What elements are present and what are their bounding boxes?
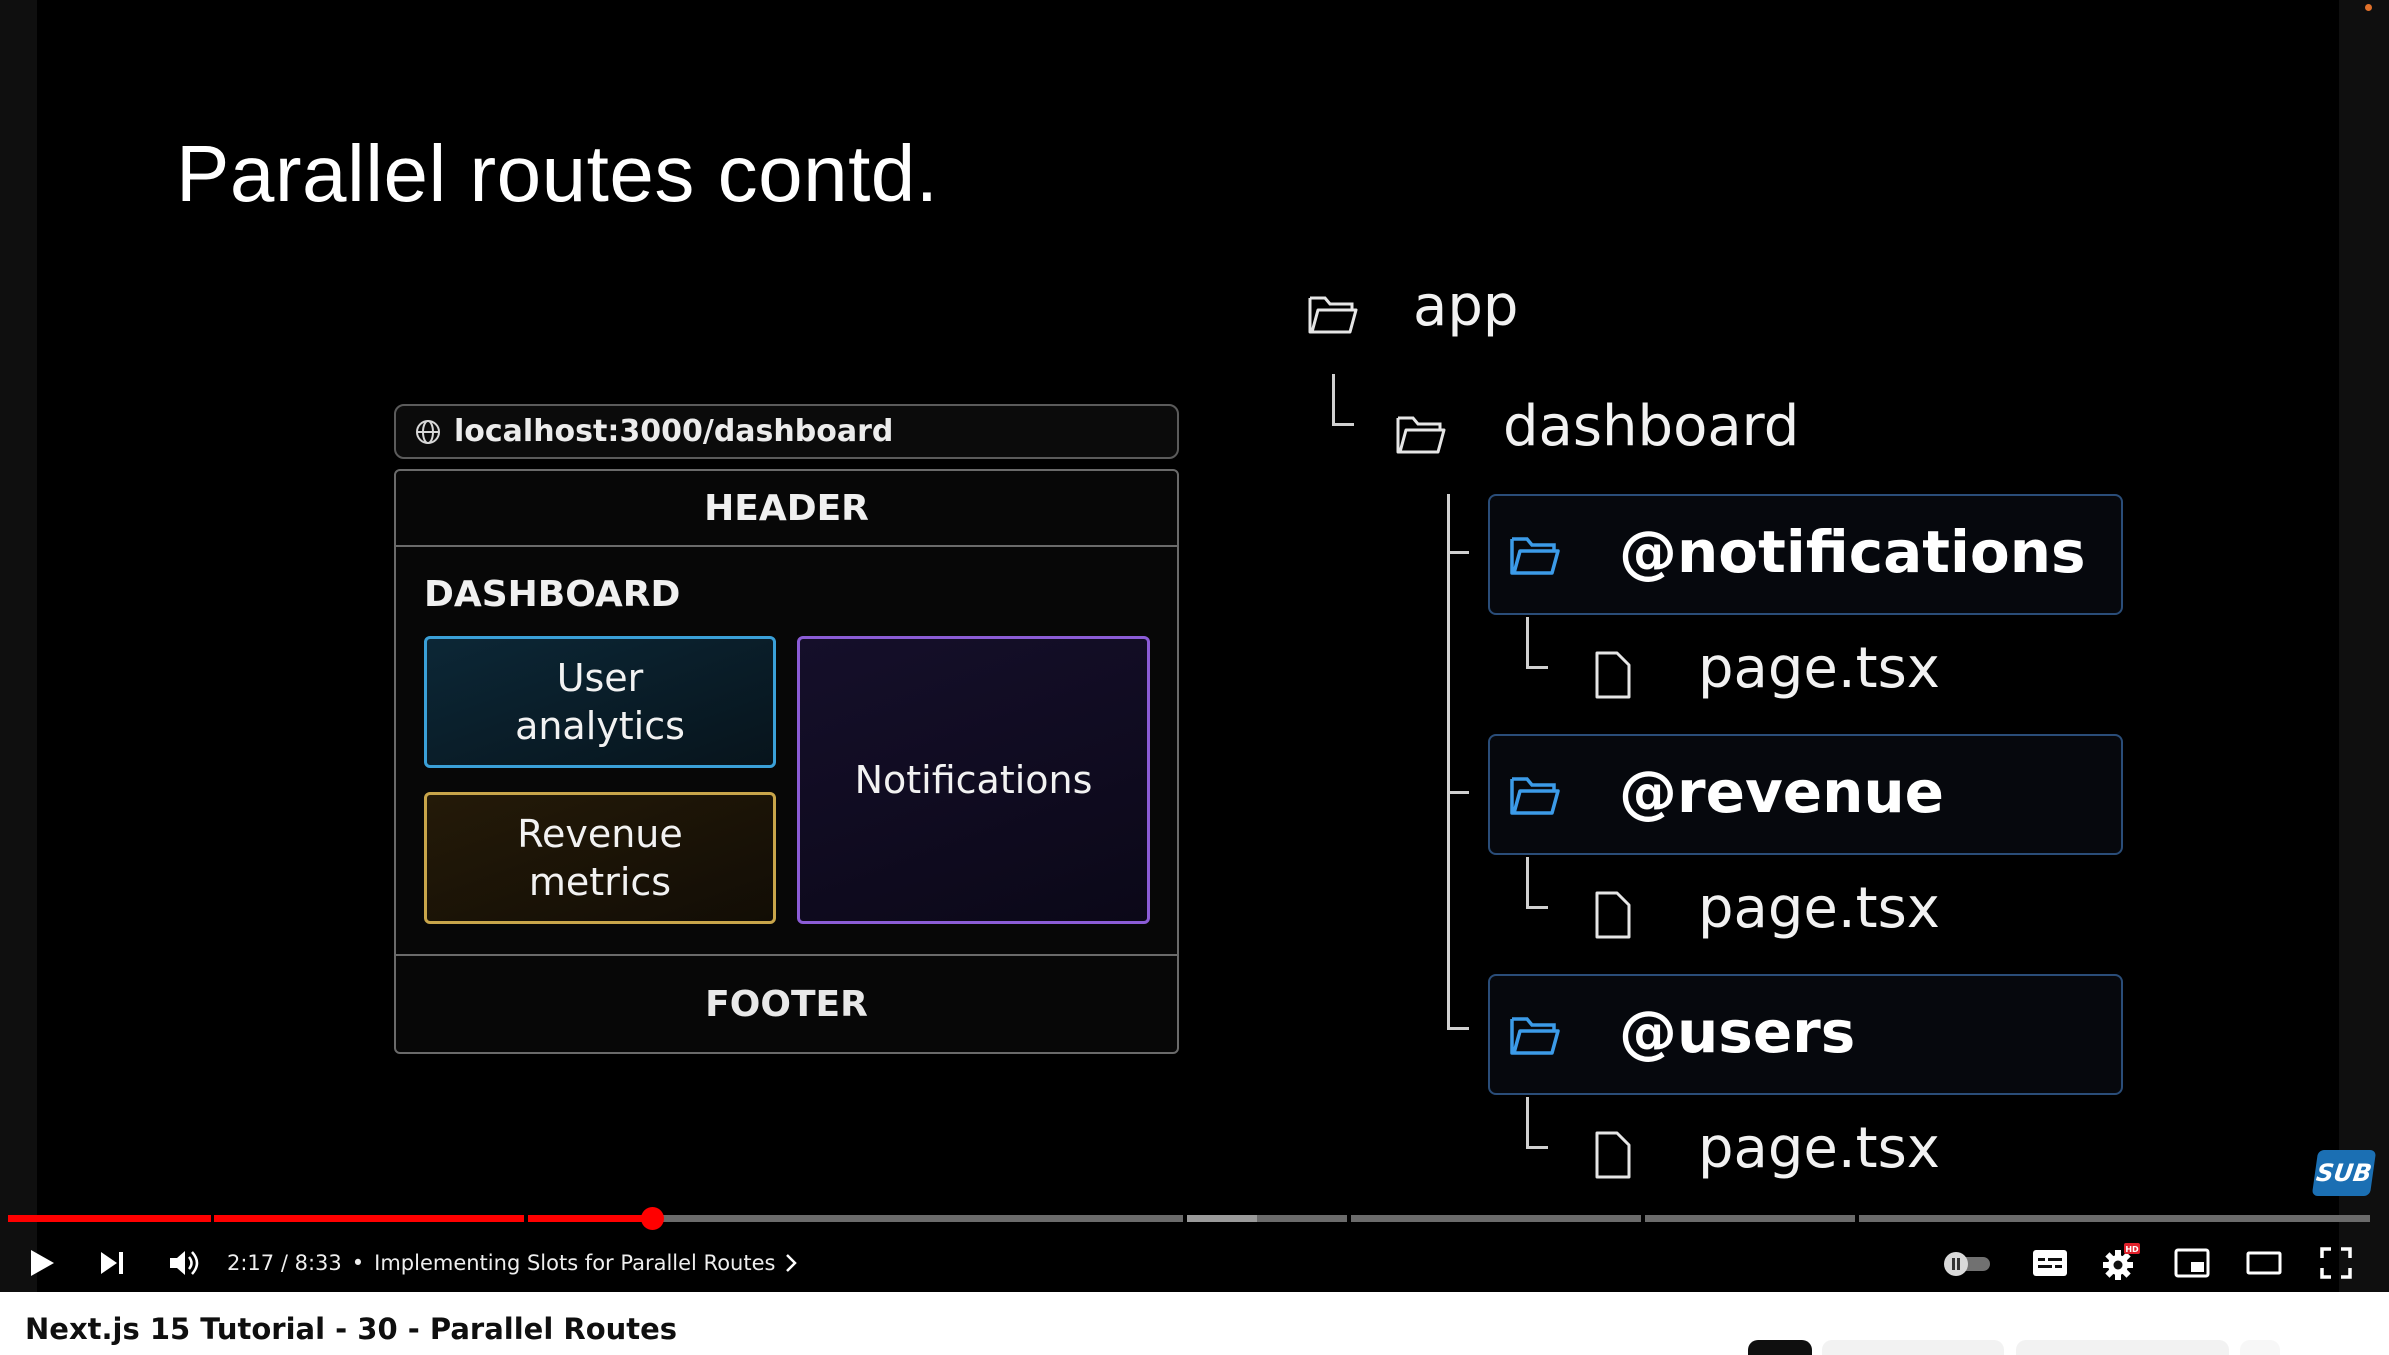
buffered-fill bbox=[1187, 1215, 1257, 1222]
mock-url-bar: localhost:3000/dashboard bbox=[394, 404, 1179, 459]
folder-icon bbox=[1510, 537, 1560, 575]
tree-connector bbox=[1447, 791, 1469, 794]
tree-slot-users-label: @users bbox=[1619, 998, 1856, 1066]
file-icon bbox=[1595, 1131, 1631, 1179]
filter-chip[interactable] bbox=[1748, 1340, 1812, 1355]
globe-icon bbox=[416, 419, 440, 444]
chevron-right-icon[interactable] bbox=[781, 1252, 801, 1274]
tree-slot-revenue-label: @revenue bbox=[1619, 758, 1945, 826]
autoplay-toggle-icon bbox=[1944, 1251, 1990, 1276]
captions-button[interactable] bbox=[2022, 1235, 2078, 1290]
chapter-segment[interactable] bbox=[528, 1215, 1183, 1222]
chapter-segment[interactable] bbox=[214, 1215, 524, 1222]
tree-app-label: app bbox=[1413, 274, 1519, 339]
progress-bar[interactable] bbox=[8, 1215, 2370, 1222]
folder-icon bbox=[1510, 777, 1560, 815]
tree-connector bbox=[1526, 617, 1529, 669]
player-controls: 2:17 / 8:33 • Implementing Slots for Par… bbox=[0, 1235, 2389, 1290]
mock-slot-notifications: Notifications bbox=[797, 636, 1150, 924]
autoplay-toggle[interactable] bbox=[1940, 1235, 1996, 1290]
played-fill bbox=[528, 1215, 652, 1222]
settings-button[interactable]: HD bbox=[2092, 1235, 2148, 1290]
chapter-title[interactable]: Implementing Slots for Parallel Routes bbox=[374, 1251, 775, 1275]
slot-user-analytics-label: User analytics bbox=[515, 656, 685, 748]
chapter-segment[interactable] bbox=[1187, 1215, 1347, 1222]
file-icon bbox=[1595, 651, 1631, 699]
chapter-segment[interactable] bbox=[1645, 1215, 1855, 1222]
chapter-segment[interactable] bbox=[1859, 1215, 2370, 1222]
corner-dot bbox=[2365, 4, 2372, 11]
file-icon bbox=[1595, 891, 1631, 939]
chapter-separator: • bbox=[351, 1250, 365, 1275]
tree-dashboard-label: dashboard bbox=[1503, 394, 1800, 459]
tree-connector bbox=[1526, 906, 1548, 909]
tree-connector bbox=[1526, 1146, 1548, 1149]
play-icon bbox=[31, 1249, 54, 1276]
slide-title: Parallel routes contd. bbox=[176, 129, 939, 218]
tree-connector bbox=[1447, 494, 1450, 1029]
video-title: Next.js 15 Tutorial - 30 - Parallel Rout… bbox=[25, 1312, 678, 1346]
theater-icon bbox=[2246, 1251, 2282, 1274]
slot-revenue-metrics-label: Revenue metrics bbox=[517, 812, 683, 904]
tree-file-label: page.tsx bbox=[1698, 636, 1940, 701]
mock-browser-window: HEADER DASHBOARD User analytics Revenue … bbox=[394, 469, 1179, 1054]
miniplayer-button[interactable] bbox=[2164, 1235, 2220, 1290]
next-button[interactable] bbox=[88, 1235, 136, 1290]
fullscreen-icon bbox=[2320, 1246, 2352, 1279]
time-and-chapter: 2:17 / 8:33 • Implementing Slots for Par… bbox=[227, 1235, 801, 1290]
fullscreen-button[interactable] bbox=[2308, 1235, 2364, 1290]
hd-badge: HD bbox=[2125, 1245, 2139, 1254]
tree-connector bbox=[1526, 857, 1529, 909]
settings-icon: HD bbox=[2103, 1242, 2140, 1280]
mock-header: HEADER bbox=[396, 471, 1177, 547]
progress-scrubber[interactable] bbox=[640, 1207, 664, 1230]
tree-connector bbox=[1332, 374, 1335, 426]
tree-connector bbox=[1526, 666, 1548, 669]
tree-file-label: page.tsx bbox=[1698, 876, 1940, 941]
tree-connector bbox=[1526, 1097, 1529, 1149]
theater-mode-button[interactable] bbox=[2236, 1235, 2292, 1290]
tree-connector bbox=[1447, 1027, 1469, 1030]
mock-footer: FOOTER bbox=[396, 954, 1177, 1052]
folder-icon bbox=[1510, 1017, 1560, 1055]
volume-icon bbox=[170, 1250, 199, 1275]
volume-button[interactable] bbox=[158, 1235, 210, 1290]
filter-chip[interactable] bbox=[2016, 1340, 2229, 1355]
subscribe-watermark[interactable]: SUB bbox=[2311, 1150, 2377, 1196]
played-fill bbox=[214, 1215, 524, 1222]
time-display: 2:17 / 8:33 bbox=[227, 1250, 342, 1275]
video-frame[interactable]: Parallel routes contd. localhost:3000/da… bbox=[37, 0, 2372, 1292]
mock-dashboard-label: DASHBOARD bbox=[424, 574, 681, 615]
chapter-segment[interactable] bbox=[1351, 1215, 1641, 1222]
miniplayer-icon bbox=[2174, 1248, 2210, 1277]
tree-file-label: page.tsx bbox=[1698, 1116, 1940, 1181]
video-player[interactable]: Parallel routes contd. localhost:3000/da… bbox=[0, 0, 2389, 1292]
tree-connector bbox=[1332, 423, 1354, 426]
mock-url-text: localhost:3000/dashboard bbox=[454, 414, 894, 449]
slot-notifications-label: Notifications bbox=[854, 758, 1093, 802]
folder-icon bbox=[1308, 296, 1358, 334]
tree-connector bbox=[1447, 551, 1469, 554]
mock-slot-user-analytics: User analytics bbox=[424, 636, 776, 768]
captions-icon bbox=[2033, 1249, 2067, 1276]
play-button[interactable] bbox=[18, 1235, 66, 1290]
filter-chip[interactable] bbox=[1822, 1340, 2004, 1355]
folder-icon bbox=[1396, 416, 1446, 454]
filter-chip[interactable] bbox=[2240, 1340, 2280, 1355]
chapter-segment[interactable] bbox=[8, 1215, 211, 1222]
tree-slot-notifications-label: @notifications bbox=[1619, 518, 2086, 586]
played-fill bbox=[8, 1215, 211, 1222]
next-icon bbox=[101, 1251, 123, 1274]
mock-slot-revenue-metrics: Revenue metrics bbox=[424, 792, 776, 924]
